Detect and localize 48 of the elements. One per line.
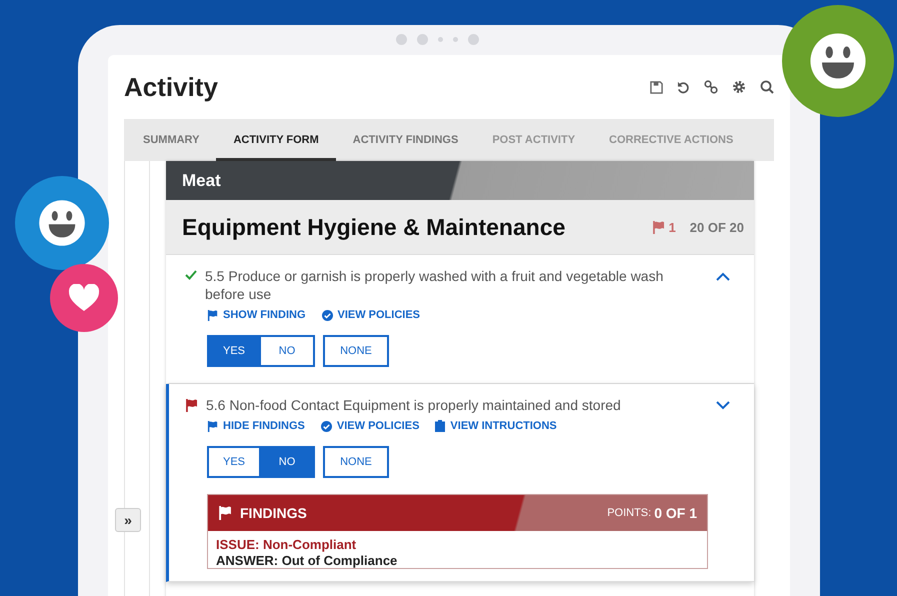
- tab[interactable]: ACTIVITY FINDINGS: [336, 119, 476, 161]
- answer-button[interactable]: YES: [207, 446, 261, 478]
- answer-button[interactable]: NONE: [323, 446, 389, 478]
- camera-dot: [453, 37, 458, 42]
- answer-button[interactable]: NO: [261, 446, 315, 478]
- progress-count: 20 OF 20: [690, 220, 744, 234]
- check-icon: [185, 270, 197, 280]
- flag-icon: [207, 420, 218, 432]
- link-button[interactable]: VIEW INTRUCTIONS: [435, 420, 557, 432]
- camera-dot: [468, 34, 479, 45]
- clipboard-icon: [435, 420, 446, 432]
- settings-icon[interactable]: [732, 80, 746, 94]
- answer-button[interactable]: NONE: [323, 335, 389, 367]
- link-button[interactable]: VIEW POLICIES: [322, 309, 420, 321]
- search-icon[interactable]: [760, 80, 774, 94]
- flag-icon: [218, 506, 232, 520]
- issue-text: ISSUE: Non-Compliant: [215, 536, 358, 552]
- section-title: Equipment Hygiene & Maintenance: [182, 214, 566, 240]
- check-circle-icon: [320, 420, 332, 432]
- flag-count: 1: [668, 220, 676, 234]
- category-title: Meat: [182, 170, 221, 190]
- expand-button[interactable]: »: [115, 508, 141, 532]
- answer-button[interactable]: YES: [207, 335, 261, 367]
- check-circle-icon: [322, 310, 332, 320]
- points-label: POINTS:: [607, 507, 652, 519]
- answer-button[interactable]: NO: [261, 335, 315, 367]
- smiley-icon: [38, 199, 86, 247]
- smiley-icon: [809, 32, 867, 90]
- flag-icon: [185, 399, 198, 412]
- heart-icon: [68, 284, 100, 312]
- points-value: 0 OF 1: [654, 505, 697, 521]
- link-icon[interactable]: [704, 80, 718, 94]
- flag-icon: [207, 310, 218, 320]
- camera-dot: [396, 34, 407, 45]
- link-button[interactable]: SHOW FINDING: [207, 309, 306, 321]
- link-button[interactable]: VIEW POLICIES: [320, 420, 420, 432]
- question-text: 5.6 Non-food Contact Equipment is properly maintained and stored: [206, 396, 622, 414]
- question-text: 5.5 Produce or garnish is properly washed with a fruit and vegetable wash before use: [205, 267, 664, 303]
- undo-icon[interactable]: [677, 80, 690, 94]
- tab[interactable]: SUMMARY: [126, 119, 216, 161]
- findings-title: FINDINGS: [240, 505, 308, 521]
- flag-icon: [652, 220, 665, 234]
- save-icon[interactable]: [650, 80, 663, 94]
- link-button[interactable]: HIDE FINDINGS: [207, 420, 305, 432]
- camera-dot: [438, 37, 443, 42]
- camera-dot: [417, 34, 428, 45]
- answer-text: ANSWER: Out of Compliance: [215, 552, 398, 568]
- page-title: Activity: [124, 72, 218, 102]
